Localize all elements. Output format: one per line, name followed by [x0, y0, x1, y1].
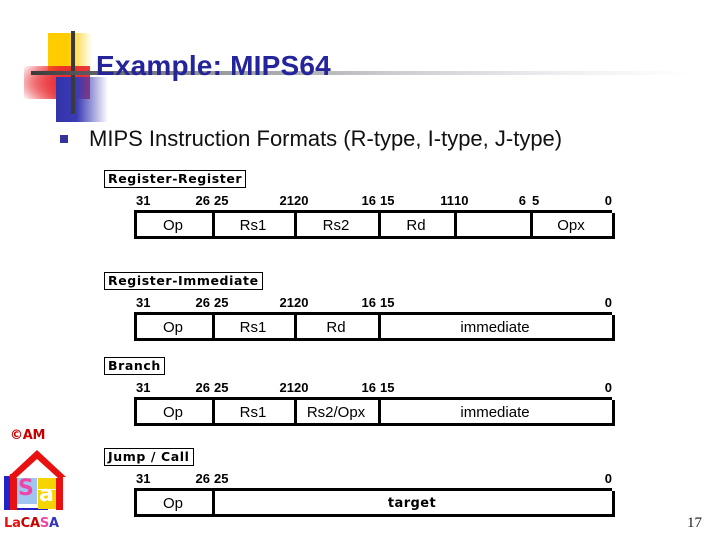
field-label: Op [162, 217, 183, 234]
field-label: Op [162, 495, 183, 512]
lacasa-wordmark-part-0: La [4, 516, 21, 531]
field-label: immediate [460, 404, 530, 421]
format-heading: Register-Immediate [104, 272, 263, 290]
field-label: Rd [406, 217, 426, 234]
decoration-blue-square [56, 77, 108, 122]
field-label: Rd [326, 319, 346, 336]
field-label: immediate [460, 319, 530, 336]
lacasa-wordmark: LaCASA [4, 516, 59, 531]
bit-label: 26 [195, 295, 210, 310]
format-field-row: Op target [104, 491, 615, 517]
field-label: Op [162, 319, 183, 336]
bit-label: 15 [380, 193, 395, 208]
house-glyph-a: a [39, 482, 54, 507]
field-label: Opx [557, 217, 585, 234]
bit-label: 0 [604, 193, 612, 208]
bit-label: 10 [454, 193, 469, 208]
format-heading: Jump / Call [104, 448, 194, 466]
format-field-row: Op Rs1 Rs2/Opx immediate [104, 400, 615, 426]
bullet-text: MIPS Instruction Formats (R-type, I-type… [89, 126, 563, 151]
bit-label: 11 [440, 193, 454, 208]
bit-label: 16 [361, 380, 376, 395]
bit-label: 6 [518, 193, 526, 208]
house-icon: S a [4, 450, 70, 512]
format-heading: Branch [104, 357, 165, 375]
bit-label: 20 [294, 193, 309, 208]
field-separator [612, 491, 615, 517]
format-diagram: 31 26 25 21 20 16 15 0 Op Rs1 Rd immediate [104, 295, 615, 345]
field-label: Rs1 [239, 404, 267, 421]
slide-number: 17 [687, 515, 702, 531]
bit-label: 31 [136, 193, 151, 208]
field-label: target [387, 496, 437, 511]
house-glyph-s: S [18, 476, 34, 501]
bit-label: 25 [214, 471, 229, 486]
lacasa-logo: ©AM S a LaCASA [4, 428, 76, 536]
instruction-format-block: Jump / Call 31 26 25 0 Op target [104, 448, 615, 521]
format-heading: Register-Register [104, 170, 247, 188]
field-separator [454, 213, 457, 239]
format-field-row: Op Rs1 Rd immediate [104, 315, 615, 341]
house-wall-right [56, 474, 63, 510]
lacasa-wordmark-part-2: S [39, 516, 50, 531]
format-diagram: 31 26 25 0 Op target [104, 471, 615, 521]
field-label: Rs1 [239, 319, 267, 336]
bit-label: 0 [604, 380, 612, 395]
bit-label: 26 [195, 380, 210, 395]
bit-label: 20 [294, 295, 309, 310]
bit-label: 26 [195, 193, 210, 208]
bit-label: 21 [279, 295, 294, 310]
page-title: Example: MIPS64 [96, 50, 331, 81]
lacasa-wordmark-part-3: A [49, 516, 59, 531]
bit-label: 15 [380, 295, 395, 310]
lacasa-wordmark-part-1: CA [20, 516, 40, 531]
instruction-format-block: Branch 31 26 25 21 20 16 15 0 Op Rs1 Rs2/Opx immedia… [104, 357, 615, 430]
format-field-row: Op Rs1 Rs2 Rd Opx [104, 213, 615, 239]
bit-label: 31 [136, 295, 151, 310]
bit-label: 25 [214, 193, 229, 208]
house-roof-inner [16, 459, 58, 478]
field-separator [612, 315, 615, 341]
bit-label: 25 [214, 380, 229, 395]
bit-label: 0 [604, 295, 612, 310]
square-bullet-icon [60, 135, 68, 143]
cam-logo-text: ©AM [10, 428, 46, 443]
field-label: Rs2 [322, 217, 350, 234]
bit-label: 15 [380, 380, 395, 395]
format-diagram: 31 26 25 21 20 16 15 0 Op Rs1 Rs2/Opx immediate [104, 380, 615, 430]
bit-label: 26 [195, 471, 210, 486]
instruction-format-block: Register-Register 31 26 25 21 20 16 15 11 10 6 5 0 Op… [104, 170, 615, 243]
bit-label: 21 [279, 380, 294, 395]
field-separator [612, 213, 615, 239]
field-label: Op [162, 404, 183, 421]
bit-label: 16 [361, 295, 376, 310]
bit-label: 20 [294, 380, 309, 395]
field-label: Rs1 [239, 217, 267, 234]
house-wall-left [10, 474, 17, 510]
field-separator [612, 400, 615, 426]
field-label: Rs2/Opx [306, 404, 366, 421]
bit-label: 16 [361, 193, 376, 208]
bit-label: 31 [136, 471, 151, 486]
bit-label: 21 [279, 193, 294, 208]
instruction-format-block: Register-Immediate 31 26 25 21 20 16 15 0 Op Rs1 Rd… [104, 272, 615, 345]
format-diagram: 31 26 25 21 20 16 15 11 10 6 5 0 Op Rs1 Rs2 Rd Opx [104, 193, 615, 243]
bit-label: 5 [532, 193, 540, 208]
bit-label: 31 [136, 380, 151, 395]
bit-label: 25 [214, 295, 229, 310]
bullet-row: MIPS Instruction Formats (R-type, I-type… [60, 126, 562, 152]
bit-label: 0 [604, 471, 612, 486]
